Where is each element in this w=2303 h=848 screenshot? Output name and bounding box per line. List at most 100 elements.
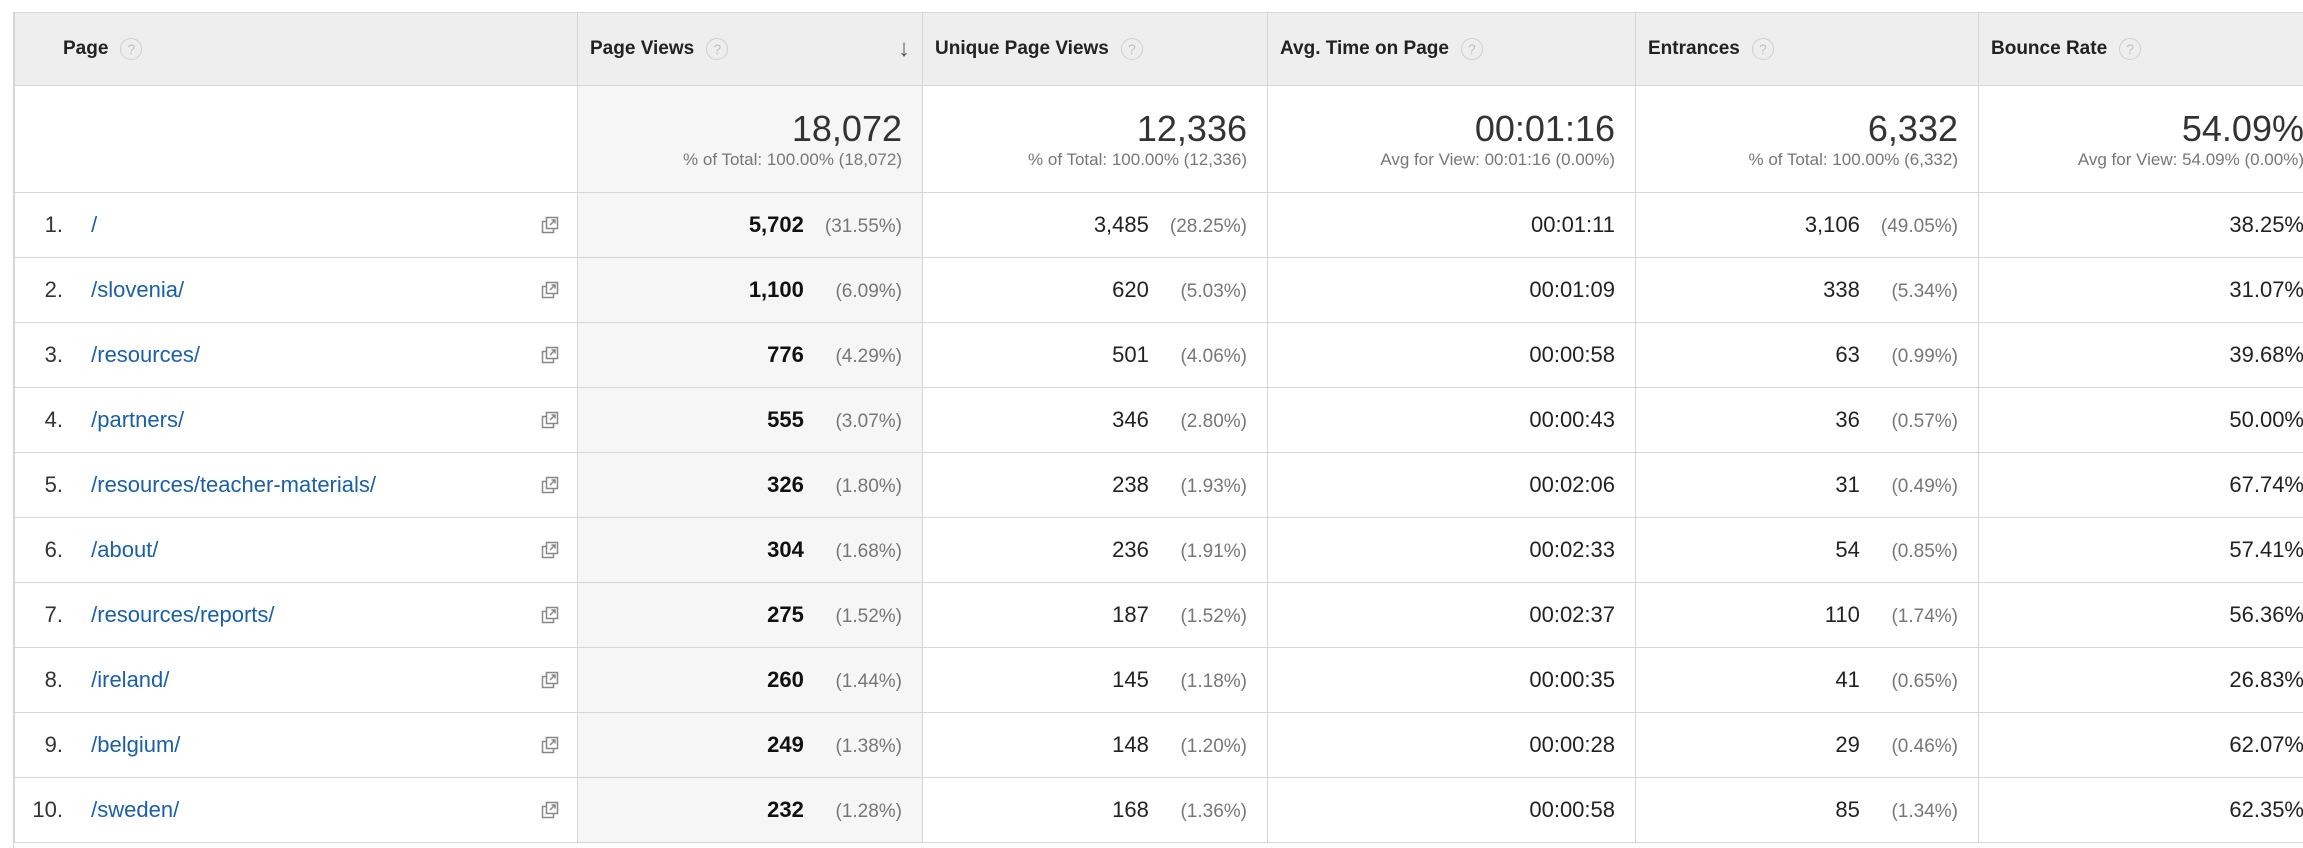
column-header-label: Bounce Rate (1991, 38, 2108, 59)
open-in-new-window-icon[interactable] (541, 216, 559, 234)
page-cell: 1. / (14, 192, 578, 258)
entrances-cell: 31 (0.49%) (1635, 452, 1979, 518)
column-header-label: Avg. Time on Page (1280, 38, 1449, 59)
column-header-entrances[interactable]: Entrances? (1635, 12, 1979, 86)
table-row: 8. /ireland/ 260 (1.44%) 145 (1.18%) 00:… (14, 647, 2303, 713)
entrances-value: 110 (1824, 602, 1860, 627)
entrances-cell: 54 (0.85%) (1635, 517, 1979, 583)
avg-time-value: 00:00:28 (1529, 732, 1615, 757)
unique-page-views-percent: (1.93%) (1180, 476, 1247, 497)
table-row: 7. /resources/reports/ 275 (1.52%) 187 (… (14, 582, 2303, 648)
row-rank: 6. (44, 537, 63, 562)
page-views-value: 776 (767, 342, 804, 367)
bounce-rate-cell: 39.68% (1978, 322, 2303, 388)
page-link[interactable]: /belgium/ (91, 732, 180, 757)
avg-time-cell: 00:02:37 (1267, 582, 1636, 648)
column-header-page-views[interactable]: Page Views? ↓ (577, 12, 923, 86)
open-in-new-window-icon[interactable] (541, 736, 559, 754)
totals-bounce-rate: 54.09% Avg for View: 54.09% (0.00%) (1978, 85, 2303, 193)
open-in-new-window-icon[interactable] (541, 346, 559, 364)
page-views-cell: 555 (3.07%) (577, 387, 923, 453)
entrances-percent: (0.85%) (1891, 541, 1958, 562)
total-value: 6,332 (1867, 108, 1958, 149)
column-header-label: Page Views (590, 38, 695, 59)
avg-time-cell: 00:00:35 (1267, 647, 1636, 713)
avg-time-cell: 00:01:09 (1267, 257, 1636, 323)
help-icon[interactable]: ? (2119, 38, 2142, 60)
help-icon[interactable]: ? (1460, 38, 1483, 60)
help-icon[interactable]: ? (120, 38, 143, 60)
column-header-unique-page-views[interactable]: Unique Page Views? (922, 12, 1268, 86)
column-header-bounce-rate[interactable]: Bounce Rate? (1978, 12, 2303, 86)
open-in-new-window-icon[interactable] (541, 411, 559, 429)
entrances-value: 338 (1823, 277, 1860, 302)
table-row: 6. /about/ 304 (1.68%) 236 (1.91%) 00:02… (14, 517, 2303, 583)
row-rank: 1. (44, 212, 63, 237)
bounce-rate-cell: 67.74% (1978, 452, 2303, 518)
unique-page-views-value: 187 (1112, 602, 1149, 627)
entrances-value: 31 (1835, 472, 1860, 497)
unique-page-views-percent: (4.06%) (1180, 346, 1247, 367)
open-in-new-window-icon[interactable] (541, 281, 559, 299)
entrances-percent: (1.74%) (1891, 606, 1958, 627)
avg-time-cell: 00:00:58 (1267, 777, 1636, 843)
bounce-rate-value: 50.00% (2229, 407, 2303, 432)
page-link[interactable]: /resources/reports/ (91, 602, 274, 627)
help-icon[interactable]: ? (706, 38, 729, 60)
page-link[interactable]: /partners/ (91, 407, 184, 432)
page-link[interactable]: / (91, 212, 97, 237)
bounce-rate-value: 62.07% (2229, 732, 2303, 757)
page-link[interactable]: /slovenia/ (91, 277, 184, 302)
row-rank: 3. (44, 342, 63, 367)
avg-time-cell: 00:00:43 (1267, 387, 1636, 453)
unique-page-views-value: 236 (1112, 537, 1149, 562)
unique-page-views-value: 3,485 (1093, 212, 1149, 237)
unique-page-views-cell: 501 (4.06%) (922, 322, 1268, 388)
report-table: Page? Page Views? ↓ Unique Page Views? Av… (14, 12, 2303, 843)
open-in-new-window-icon[interactable] (541, 606, 559, 624)
column-header-page[interactable]: Page? (14, 12, 578, 86)
help-icon[interactable]: ? (1120, 38, 1143, 60)
avg-time-value: 00:00:58 (1529, 797, 1615, 822)
page-link[interactable]: /resources/teacher-materials/ (91, 472, 376, 497)
bounce-rate-cell: 62.07% (1978, 712, 2303, 778)
avg-time-value: 00:02:33 (1529, 537, 1615, 562)
bounce-rate-cell: 26.83% (1978, 647, 2303, 713)
total-subtext: % of Total: 100.00% (12,336) (1028, 150, 1247, 169)
page-link[interactable]: /resources/ (91, 342, 200, 367)
open-in-new-window-icon[interactable] (541, 476, 559, 494)
page-link[interactable]: /ireland/ (91, 667, 169, 692)
help-icon[interactable]: ? (1751, 38, 1774, 60)
entrances-percent: (5.34%) (1891, 281, 1958, 302)
totals-avg-time-on-page: 00:01:16 Avg for View: 00:01:16 (0.00%) (1267, 85, 1636, 193)
unique-page-views-value: 238 (1112, 472, 1149, 497)
table-row: 1. / 5,702 (31.55%) 3,485 (28.25%) 00:01… (14, 192, 2303, 258)
page-views-value: 249 (767, 732, 804, 757)
bounce-rate-cell: 57.41% (1978, 517, 2303, 583)
open-in-new-window-icon[interactable] (541, 541, 559, 559)
page-link[interactable]: /about/ (91, 537, 158, 562)
page-link[interactable]: /sweden/ (91, 797, 179, 822)
table-body: 1. / 5,702 (31.55%) 3,485 (28.25%) 00:01… (14, 192, 2303, 843)
total-subtext: % of Total: 100.00% (6,332) (1748, 150, 1959, 169)
totals-unique-page-views: 12,336 % of Total: 100.00% (12,336) (922, 85, 1268, 193)
avg-time-cell: 00:02:33 (1267, 517, 1636, 583)
open-in-new-window-icon[interactable] (541, 671, 559, 689)
entrances-percent: (1.34%) (1891, 801, 1958, 822)
page-views-cell: 326 (1.80%) (577, 452, 923, 518)
bounce-rate-value: 62.35% (2229, 797, 2303, 822)
column-header-avg-time-on-page[interactable]: Avg. Time on Page? (1267, 12, 1636, 86)
entrances-percent: (0.65%) (1891, 671, 1958, 692)
totals-page-cell (14, 85, 578, 193)
unique-page-views-cell: 236 (1.91%) (922, 517, 1268, 583)
row-rank: 5. (44, 472, 63, 497)
total-subtext: Avg for View: 00:01:16 (0.00%) (1380, 150, 1615, 169)
open-in-new-window-icon[interactable] (541, 801, 559, 819)
page-views-cell: 776 (4.29%) (577, 322, 923, 388)
unique-page-views-cell: 187 (1.52%) (922, 582, 1268, 648)
avg-time-value: 00:01:09 (1529, 277, 1615, 302)
sort-descending-icon[interactable]: ↓ (898, 35, 910, 63)
avg-time-value: 00:02:37 (1529, 602, 1615, 627)
page-views-value: 275 (767, 602, 804, 627)
bounce-rate-cell: 56.36% (1978, 582, 2303, 648)
